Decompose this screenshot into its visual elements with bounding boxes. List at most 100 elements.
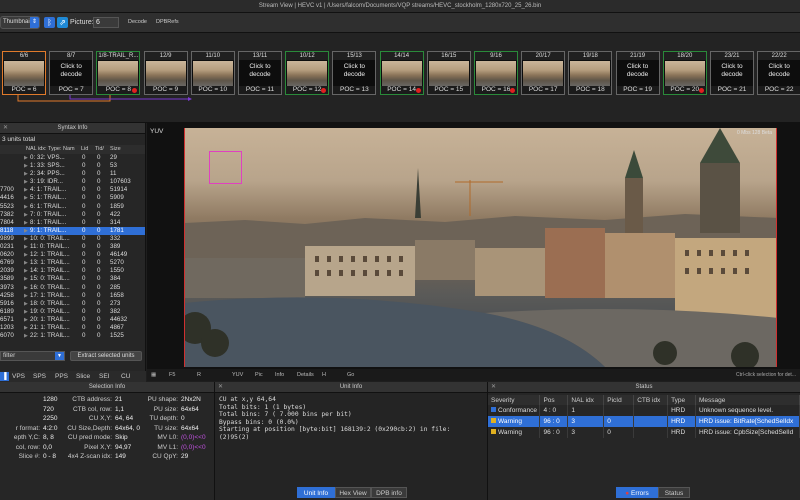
picture-thumbnail[interactable]: 23/21 Click to decode POC = 21 — [710, 51, 754, 95]
picture-thumbnail[interactable]: 21/19 Click to decode POC = 19 — [615, 51, 660, 95]
tab-cu[interactable]: CU — [121, 372, 130, 381]
status-row[interactable]: Warning 96 : 0 3 0 HRD HRD issue: BitRate[Sch… — [488, 416, 800, 427]
tab-unit-info[interactable]: Unit Info — [297, 487, 335, 498]
syntax-row[interactable]: 0231 ▶ 11: 0: TRAIL... 0 0 389 — [0, 243, 145, 251]
header-tid[interactable]: Tid/ — [95, 145, 104, 154]
expand-triangle-icon[interactable]: ▶ — [24, 324, 28, 332]
tab-pps[interactable]: PPS — [55, 372, 68, 381]
cu-selection-box[interactable] — [209, 151, 242, 184]
picture-thumbnail[interactable]: 8/7 Click to decode POC = 7 — [49, 51, 94, 95]
expand-triangle-icon[interactable]: ▶ — [24, 227, 28, 235]
expand-triangle-icon[interactable]: ▶ — [24, 243, 28, 251]
tool-details[interactable]: Details — [297, 370, 314, 380]
tab-all[interactable]: ▐ — [0, 372, 9, 381]
expand-triangle-icon[interactable]: ▶ — [24, 308, 28, 316]
syntax-row[interactable]: 6070 ▶ 22: 1: TRAIL... 0 0 1525 — [0, 332, 145, 340]
tab-errors[interactable]: ● Errors — [616, 487, 658, 498]
close-icon[interactable]: ✕ — [218, 382, 223, 393]
syntax-row[interactable]: ▶ 3: 19: IDR... 0 0 107603 — [0, 178, 145, 186]
expand-triangle-icon[interactable]: ▶ — [24, 170, 28, 178]
status-column-header[interactable]: NAL idx — [567, 395, 605, 405]
expand-triangle-icon[interactable]: ▶ — [24, 316, 28, 324]
tab-dpb-info[interactable]: DPB info — [371, 487, 407, 498]
close-icon[interactable]: ✕ — [491, 382, 496, 393]
filter-select[interactable]: filter ▼ — [0, 351, 65, 361]
expand-triangle-icon[interactable]: ▶ — [24, 235, 28, 243]
picture-thumbnail[interactable]: 20/17 POC = 17 — [521, 51, 566, 95]
syntax-row[interactable]: 4258 ▶ 17: 1: TRAIL... 0 0 1658 — [0, 292, 145, 300]
syntax-row[interactable]: 5916 ▶ 18: 0: TRAIL... 0 0 273 — [0, 300, 145, 308]
tool-h[interactable]: H — [322, 370, 326, 380]
tool-yuv[interactable]: YUV — [232, 370, 243, 380]
picture-input[interactable]: 6 — [93, 17, 119, 28]
picture-thumbnail[interactable]: 6/6 POC = 6 — [2, 51, 46, 95]
expand-triangle-icon[interactable]: ▶ — [24, 211, 28, 219]
expand-triangle-icon[interactable]: ▶ — [24, 292, 28, 300]
tab-hex-view[interactable]: Hex View — [335, 487, 371, 498]
picture-thumbnail[interactable]: 16/15 POC = 15 — [426, 51, 471, 95]
syntax-row[interactable]: 5523 ▶ 6: 1: TRAIL... 0 0 1859 — [0, 203, 145, 211]
header-name[interactable]: NAL idx: Type: Nam — [26, 145, 75, 154]
dpbrefs-button[interactable]: DPBRefs — [156, 17, 179, 28]
tab-sei[interactable]: SEI — [99, 372, 109, 381]
syntax-row[interactable]: 2039 ▶ 14: 1: TRAIL... 0 0 1550 — [0, 267, 145, 275]
expand-triangle-icon[interactable]: ▶ — [24, 251, 28, 259]
picture-thumbnail[interactable]: 9/16 POC = 16 — [474, 51, 518, 95]
expand-triangle-icon[interactable]: ▶ — [24, 203, 28, 211]
expand-triangle-icon[interactable]: ▶ — [24, 154, 28, 162]
tab-sps[interactable]: SPS — [33, 372, 46, 381]
expand-triangle-icon[interactable]: ▶ — [24, 259, 28, 267]
syntax-row[interactable]: ▶ 0: 32: VPS... 0 0 29 — [0, 154, 145, 162]
expand-triangle-icon[interactable]: ▶ — [24, 219, 28, 227]
syntax-row[interactable]: 0620 ▶ 12: 1: TRAIL... 0 0 46149 — [0, 251, 145, 259]
syntax-row[interactable]: 7382 ▶ 7: 0: TRAIL... 0 0 422 — [0, 211, 145, 219]
expand-triangle-icon[interactable]: ▶ — [24, 194, 28, 202]
picture-thumbnail[interactable]: 11/10 POC = 10 — [190, 51, 235, 95]
tab-slice[interactable]: Slice — [76, 372, 90, 381]
extract-selected-button[interactable]: Extract selected units — [70, 351, 142, 361]
picture-thumbnail[interactable]: 1/8-TRAIL_R... POC = 8 — [96, 51, 141, 95]
expand-triangle-icon[interactable]: ▶ — [24, 275, 28, 283]
expand-triangle-icon[interactable]: ▶ — [24, 186, 28, 194]
syntax-row[interactable]: 3973 ▶ 16: 0: TRAIL... 0 0 285 — [0, 284, 145, 292]
expand-triangle-icon[interactable]: ▶ — [24, 267, 28, 275]
picture-thumbnail[interactable]: 10/12 POC = 12 — [285, 51, 330, 95]
syntax-row[interactable]: 6571 ▶ 20: 1: TRAIL... 0 0 44632 — [0, 316, 145, 324]
expand-triangle-icon[interactable]: ▶ — [24, 162, 28, 170]
tool-f5[interactable]: F5 — [169, 370, 175, 380]
header-size[interactable]: Size — [110, 145, 121, 154]
picture-thumbnail[interactable]: 22/22 Click to decode POC = 22 — [757, 51, 800, 95]
syntax-row[interactable]: 3589 ▶ 15: 0: TRAIL... 0 0 384 — [0, 275, 145, 283]
status-column-header[interactable]: Type — [667, 395, 696, 405]
picture-thumbnail[interactable]: 19/18 POC = 18 — [568, 51, 613, 95]
tool-pic[interactable]: Pic — [255, 370, 263, 380]
expand-triangle-icon[interactable]: ▶ — [24, 332, 28, 340]
bluetooth-icon[interactable]: ᛒ — [44, 17, 55, 28]
tool-r[interactable]: R — [197, 370, 201, 380]
grid-icon[interactable]: ▦ — [151, 370, 156, 380]
syntax-row[interactable]: 6769 ▶ 13: 1: TRAIL... 0 0 5270 — [0, 259, 145, 267]
picture-thumbnail[interactable]: 13/11 Click to decode POC = 11 — [238, 51, 282, 95]
tool-go[interactable]: Go — [347, 370, 354, 380]
expand-triangle-icon[interactable]: ▶ — [24, 178, 28, 186]
view-mode-select[interactable]: Thumbnails ⇕ — [0, 16, 40, 29]
status-row[interactable]: Conformance 4 : 0 1 HRD Unknown sequence lev… — [488, 405, 800, 416]
syntax-row[interactable]: ▶ 1: 33: SPS... 0 0 53 — [0, 162, 145, 170]
picture-thumbnail[interactable]: 15/13 Click to decode POC = 13 — [332, 51, 377, 95]
status-column-header[interactable]: Severity — [488, 395, 541, 405]
syntax-row[interactable]: 7700 ▶ 4: 1: TRAIL... 0 0 51914 — [0, 186, 145, 194]
decoded-picture[interactable]: 0 Mbs 128 Beta — [184, 128, 777, 367]
status-column-header[interactable]: Pos — [539, 395, 569, 405]
syntax-row[interactable]: ▶ 2: 34: PPS... 0 0 11 — [0, 170, 145, 178]
status-column-header[interactable]: CTB idx — [633, 395, 669, 405]
header-lid[interactable]: Lid — [81, 145, 88, 154]
tool-info[interactable]: Info — [275, 370, 284, 380]
picture-thumbnail[interactable]: 12/9 POC = 9 — [143, 51, 188, 95]
decode-button[interactable]: Decode — [128, 17, 147, 28]
expand-triangle-icon[interactable]: ▶ — [24, 300, 28, 308]
tab-vps[interactable]: VPS — [12, 372, 25, 381]
arrow-icon[interactable]: ⇗ — [57, 17, 68, 28]
close-icon[interactable]: ✕ — [3, 123, 8, 134]
tab-status[interactable]: Status — [658, 487, 690, 498]
syntax-row[interactable]: 1203 ▶ 21: 1: TRAIL... 0 0 4867 — [0, 324, 145, 332]
